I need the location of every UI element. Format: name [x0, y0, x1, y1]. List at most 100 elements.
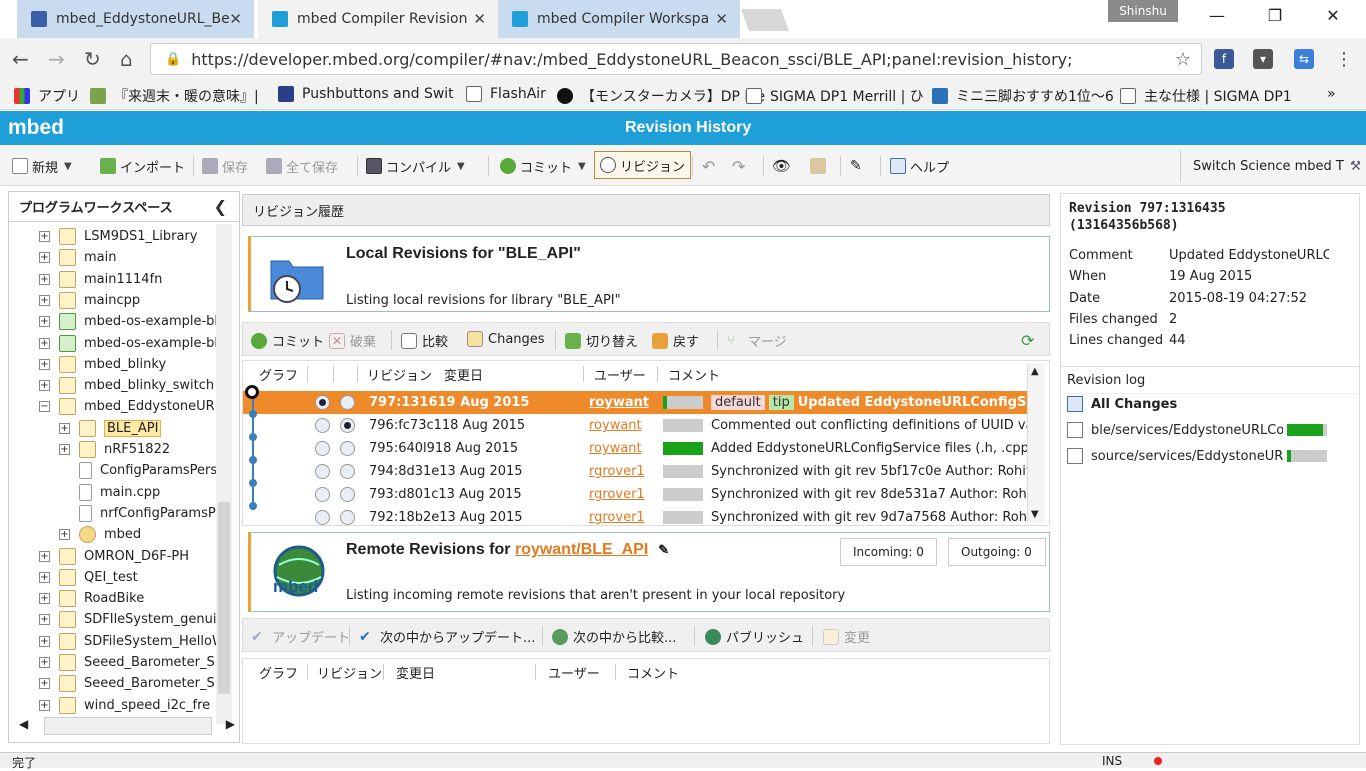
profile-badge[interactable]: Shinshu — [1108, 0, 1178, 22]
col-comment[interactable]: コメント — [668, 361, 720, 387]
expand-toggle-icon[interactable]: − — [39, 401, 50, 413]
tree-item[interactable]: + Seeed_Barometer_S — [39, 673, 215, 694]
expand-toggle-icon[interactable]: + — [39, 678, 50, 690]
revision-row[interactable]: 792:18b2e13 Aug 2015 rgrover1 Synchronized… — [243, 506, 1028, 529]
close-icon[interactable]: ✕ — [715, 10, 728, 28]
expand-toggle-icon[interactable]: + — [39, 316, 50, 328]
changes-action[interactable]: Changes — [467, 331, 545, 347]
scroll-up-icon[interactable]: ▲ — [1031, 366, 1039, 377]
bookmark-4[interactable]: FlashAir — [466, 86, 546, 102]
help-button[interactable]: ヘルプ — [890, 155, 949, 177]
bookmark-6[interactable]: SIGMA DP1 Merrill | ひ — [746, 86, 924, 106]
home-icon[interactable]: ⌂ — [120, 47, 133, 71]
tree-item[interactable]: + main1114fn — [39, 269, 162, 290]
pocket-icon[interactable]: ▾ — [1253, 49, 1273, 69]
col-comment[interactable]: コメント — [627, 659, 679, 685]
expand-toggle-icon[interactable]: + — [39, 337, 50, 349]
collapse-left-icon[interactable]: ❮ — [214, 197, 227, 216]
revision-button[interactable]: リビジョン — [594, 151, 692, 179]
maximize-icon[interactable]: ❐ — [1260, 6, 1290, 25]
compare-to-radio[interactable] — [340, 487, 355, 502]
minimize-icon[interactable]: — — [1202, 6, 1232, 25]
bookmark-apps[interactable]: アプリ — [14, 86, 80, 106]
tree-item[interactable]: + QEI_test — [39, 567, 138, 588]
revision-row[interactable]: 793:d801c13 Aug 2015 rgrover1 Synchronized… — [243, 483, 1028, 506]
update-action[interactable]: ✔ アップデート — [251, 627, 350, 647]
col-user[interactable]: ユーザー — [548, 659, 600, 685]
tree-item[interactable]: + mbed-os-example-bl — [39, 311, 218, 332]
expand-toggle-icon[interactable]: + — [39, 380, 50, 392]
compile-button[interactable]: コンパイル ▼ — [366, 155, 465, 177]
close-icon[interactable]: ✕ — [229, 10, 242, 28]
bookmark-5[interactable]: 【モンスターカメラ】DP Me — [557, 86, 765, 106]
change-action[interactable]: 変更 — [823, 627, 870, 646]
expand-toggle-icon[interactable]: + — [39, 593, 50, 605]
url-field[interactable]: 🔒 https://developer.mbed.org/compiler/#n… — [150, 43, 1202, 75]
merge-action[interactable]: ⑂ マージ — [727, 331, 787, 351]
compare-from-action[interactable]: 次の中から比較... — [552, 627, 676, 646]
expand-toggle-icon[interactable]: + — [59, 529, 70, 541]
tree-item[interactable]: + RoadBike — [39, 588, 144, 609]
expand-toggle-icon[interactable]: + — [39, 699, 50, 711]
tree-item[interactable]: + nRF51822 — [59, 439, 170, 460]
scroll-right-icon[interactable]: ▶ — [226, 717, 235, 731]
compare-action[interactable]: 比較 — [401, 331, 448, 350]
discard-action[interactable]: ✕ 破棄 — [329, 331, 376, 350]
tab-1[interactable]: mbed_EddystoneURL_Be ✕ — [17, 0, 254, 38]
tree-item[interactable]: nrfConfigParamsP — [59, 503, 216, 524]
close-icon[interactable]: ✕ — [473, 10, 486, 28]
bookmark-7[interactable]: ミニ三脚おすすめ1位～6 — [932, 86, 1114, 106]
save-all-button[interactable]: 全て保存 — [266, 155, 338, 177]
compare-from-radio[interactable] — [315, 418, 330, 433]
expand-toggle-icon[interactable]: + — [39, 614, 50, 626]
expand-toggle-icon[interactable]: + — [39, 273, 50, 285]
user-link[interactable]: rgrover1 — [589, 464, 649, 479]
expand-toggle-icon[interactable]: + — [39, 571, 50, 583]
workspace-selector[interactable]: Switch Science mbed T ⚒ — [1180, 150, 1360, 182]
format-icon[interactable] — [810, 155, 830, 177]
all-changes-item[interactable]: All Changes — [1067, 396, 1177, 412]
reload-icon[interactable]: ↻ — [84, 47, 101, 71]
compare-to-radio[interactable] — [340, 418, 355, 433]
compare-from-radio[interactable] — [315, 510, 330, 525]
user-link[interactable]: roywant — [589, 395, 649, 410]
mbed-logo[interactable]: mbed — [8, 116, 64, 140]
bookmark-2[interactable]: 『来週末・暖の意味』| — [90, 86, 259, 106]
translate-icon[interactable]: ⇆ — [1294, 49, 1314, 69]
close-window-icon[interactable]: ✕ — [1318, 6, 1348, 25]
commit-button[interactable]: コミット ▼ — [500, 155, 586, 177]
changed-file-item[interactable]: ble/services/EddystoneURLConfi — [1067, 422, 1327, 438]
tree-item[interactable]: + mbed_blinky — [39, 354, 166, 375]
revision-row[interactable]: 794:8d31e13 Aug 2015 rgrover1 Synchronized… — [243, 460, 1028, 483]
bookmarks-overflow[interactable]: » — [1327, 86, 1336, 102]
undo-icon[interactable]: ↶ — [702, 155, 715, 177]
chevron-down-icon[interactable]: ▼ — [64, 161, 72, 172]
scroll-left-icon[interactable]: ◀ — [19, 717, 28, 731]
revision-row[interactable]: 797:131619 Aug 2015 roywant default tip Upda… — [243, 391, 1028, 414]
chevron-down-icon[interactable]: ▼ — [578, 161, 586, 172]
compare-to-radio[interactable] — [340, 464, 355, 479]
expand-toggle-icon[interactable]: + — [39, 231, 50, 242]
tree-item[interactable]: + SDFIleSystem_genui — [39, 609, 217, 630]
tree-item[interactable]: + maincpp — [39, 290, 140, 311]
expand-toggle-icon[interactable]: + — [39, 252, 50, 264]
col-revision[interactable]: リビジョン — [367, 361, 432, 387]
new-tab-button[interactable] — [740, 9, 790, 31]
tree-horizontal-scrollbar[interactable]: ◀ ▶ — [19, 717, 235, 735]
expand-toggle-icon[interactable]: + — [59, 444, 70, 455]
facebook-icon[interactable]: f — [1214, 49, 1234, 69]
refresh-icon[interactable]: ⟳ — [1021, 331, 1034, 350]
col-user[interactable]: ユーザー — [594, 361, 646, 387]
tree-item[interactable]: + mbed — [59, 524, 141, 545]
tree-item[interactable]: + mbed_blinky_switch — [39, 375, 214, 396]
commit-action[interactable]: コミット — [251, 331, 324, 350]
compare-from-radio[interactable] — [315, 487, 330, 502]
col-date[interactable]: 変更日 — [396, 659, 435, 685]
user-link[interactable]: rgrover1 — [589, 510, 649, 525]
tree-item[interactable]: + OMRON_D6F-PH — [39, 546, 189, 567]
col-graph[interactable]: グラフ — [259, 361, 298, 387]
tree-item[interactable]: + BLE_API — [59, 418, 162, 439]
expand-toggle-icon[interactable]: + — [59, 422, 70, 434]
scroll-down-icon[interactable]: ▼ — [1031, 509, 1039, 520]
switch-action[interactable]: 切り替え — [565, 331, 638, 350]
